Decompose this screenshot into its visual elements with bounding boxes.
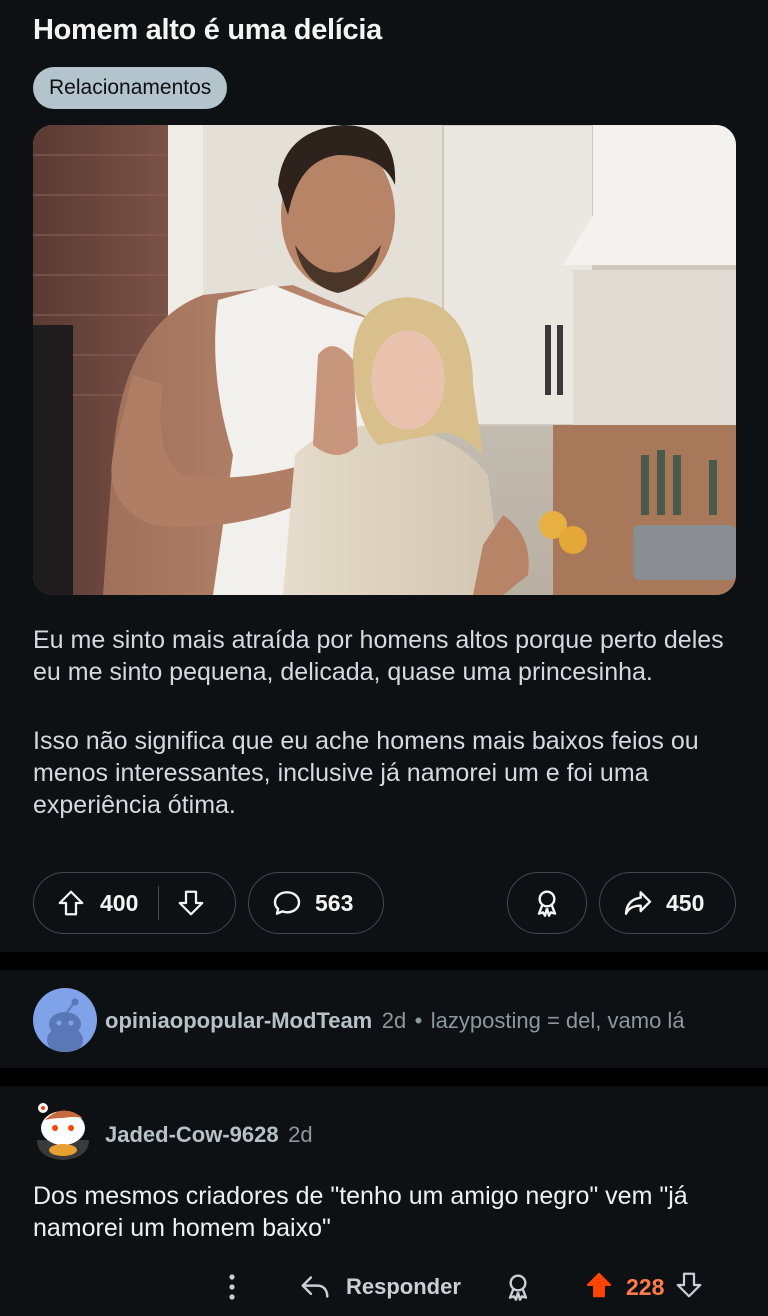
reply-icon (301, 1276, 329, 1298)
post-actions: 400 563 450 (33, 872, 736, 936)
downvote-icon[interactable] (176, 888, 206, 918)
meta-separator: • (414, 1008, 423, 1033)
vote-divider (158, 886, 160, 920)
comment-award-button[interactable] (502, 1262, 534, 1312)
post-photo-illustration (33, 125, 736, 595)
comments-button[interactable]: 563 (248, 872, 384, 934)
comment-count: 563 (315, 889, 354, 916)
reply-label: Responder (346, 1274, 461, 1299)
comment-score: 228 (626, 1273, 665, 1300)
post-title[interactable]: Homem alto é uma delícia (33, 14, 382, 47)
comment-age: 2d (288, 1122, 313, 1147)
comment-icon (271, 887, 303, 919)
post: Homem alto é uma delícia Relacionamentos (0, 0, 768, 952)
comment-mod[interactable]: opiniaopopular-ModTeam 2d • lazyposting … (0, 970, 768, 1068)
upvote-active-icon[interactable] (584, 1270, 614, 1305)
divider (0, 952, 768, 970)
snoo-icon (47, 998, 83, 1052)
comment-username[interactable]: opiniaopopular-ModTeam (105, 1008, 372, 1033)
post-paragraph: Isso não significa que eu ache homens ma… (33, 727, 699, 819)
post-flair[interactable]: Relacionamentos (33, 67, 228, 109)
comment-header: opiniaopopular-ModTeam 2d • lazyposting … (105, 1008, 685, 1034)
vote-pill: 400 (33, 872, 236, 934)
post-paragraph: Eu me sinto mais atraída por homens alto… (33, 626, 724, 686)
upvote-count: 400 (100, 889, 139, 916)
post-image[interactable] (33, 125, 736, 595)
comment-age: 2d (381, 1008, 407, 1033)
award-icon (508, 1274, 528, 1301)
upvote-icon[interactable] (56, 888, 86, 918)
comment-more-button[interactable] (220, 1262, 244, 1312)
downvote-icon[interactable] (674, 1270, 704, 1305)
award-icon (531, 887, 563, 919)
avatar[interactable] (33, 1100, 95, 1162)
comment-username[interactable]: Jaded-Cow-9628 (105, 1122, 279, 1147)
more-options-icon (229, 1274, 235, 1300)
avatar[interactable] (33, 988, 97, 1052)
comment-collapsed-text: lazyposting = del, vamo lá (430, 1008, 685, 1033)
share-count: 450 (666, 889, 705, 916)
comment-body: Dos mesmos criadores de "tenho um amigo … (33, 1182, 688, 1242)
snoo-avatar-icon (37, 1103, 89, 1160)
award-button[interactable] (507, 872, 587, 934)
reply-button[interactable]: Responder (298, 1262, 461, 1312)
post-body: Eu me sinto mais atraída por homens alto… (33, 624, 733, 858)
divider (0, 1068, 768, 1086)
comment-vote: 228 (584, 1262, 704, 1312)
share-icon (622, 887, 654, 919)
share-button[interactable]: 450 (599, 872, 736, 934)
comment-header: Jaded-Cow-9628 2d (105, 1122, 313, 1148)
